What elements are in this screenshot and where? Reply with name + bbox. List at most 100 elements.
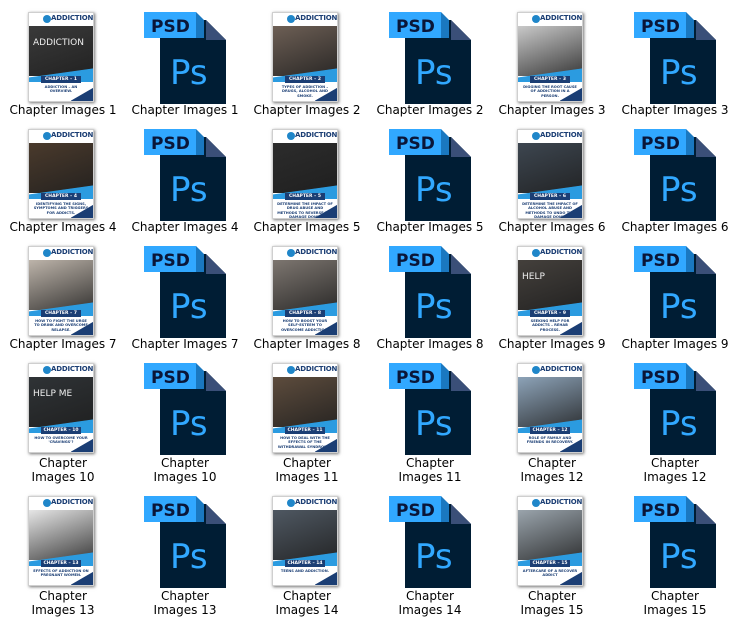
cover-corner-accent — [560, 321, 582, 335]
image-file-item[interactable]: ADDICTION CHAPTER – 2 TYPES OF ADDICTION –… — [246, 4, 368, 124]
file-name-label: Chapter Images 1 — [131, 103, 239, 117]
file-name-label: Chapter Images 6 — [621, 220, 729, 234]
psd-tab-shade — [686, 246, 694, 272]
cover-corner-accent — [315, 571, 337, 585]
ps-logo-text: Ps — [170, 537, 208, 577]
ps-logo-text: Ps — [170, 53, 208, 93]
psd-tab-shade — [196, 12, 204, 38]
image-file-item[interactable]: ADDICTION CHAPTER – 15 AFTERCARE OF A RECO… — [491, 488, 613, 617]
cover-chapter-label: CHAPTER – 10 — [41, 427, 81, 434]
image-thumbnail: ADDICTION CHAPTER – 13 EFFECTS OF ADDICTIO… — [28, 496, 94, 586]
psd-file-item[interactable]: PSD Ps Chapter Images 7 — [124, 238, 246, 358]
psd-tab-shade — [196, 363, 204, 389]
cover-brand: ADDICTION — [540, 14, 583, 22]
ps-logo-text: Ps — [170, 170, 208, 210]
image-file-item[interactable]: ADDICTION CHAPTER – 3 DIGGING THE ROOT CAU… — [491, 4, 613, 124]
psd-tab-label: PSD — [151, 134, 190, 154]
image-file-item[interactable]: ADDICTION CHAPTER – 7 HOW TO FIGHT THE URG… — [2, 238, 124, 358]
brand-logo-icon — [532, 499, 540, 507]
psd-tab-label: PSD — [396, 501, 435, 521]
ps-logo-text: Ps — [415, 537, 453, 577]
psd-page-fold — [451, 137, 471, 157]
psd-page-fold — [696, 371, 716, 391]
brand-logo-icon — [532, 15, 540, 23]
cover-brand: ADDICTION — [51, 14, 94, 22]
psd-file-icon: PSD Ps — [628, 242, 724, 340]
psd-file-item[interactable]: PSD Ps Chapter Images 1 — [124, 4, 246, 124]
file-name-label: Chapter Images 8 — [253, 337, 361, 351]
psd-page-fold — [206, 254, 226, 274]
image-file-item[interactable]: ADDICTION CHAPTER – 14 TEENS AND ADDICTION… — [246, 488, 368, 617]
cover-corner-accent — [560, 204, 582, 218]
cover-corner-accent — [71, 321, 93, 335]
psd-page-fold — [451, 254, 471, 274]
cover-photo-text: ADDICTION — [33, 38, 84, 48]
cover-corner-accent — [315, 87, 337, 101]
psd-tab-shade — [196, 246, 204, 272]
psd-file-item[interactable]: PSD Ps Chapter Images 13 — [124, 488, 246, 617]
image-file-item[interactable]: ADDICTION HELP ME CHAPTER – 10 HOW TO OVERC… — [2, 355, 124, 484]
ps-logo-text: Ps — [170, 287, 208, 327]
cover-brand: ADDICTION — [295, 365, 338, 373]
file-name-label: Chapter Images 15 — [643, 589, 707, 617]
file-name-label: Chapter Images 12 — [520, 456, 584, 484]
psd-file-item[interactable]: PSD Ps Chapter Images 4 — [124, 121, 246, 241]
cover-chapter-label: CHAPTER – 15 — [530, 560, 570, 567]
psd-file-item[interactable]: PSD Ps Chapter Images 14 — [369, 488, 491, 617]
cover-brand: ADDICTION — [51, 248, 94, 256]
file-name-label: Chapter Images 4 — [9, 220, 117, 234]
image-file-item[interactable]: ADDICTION CHAPTER – 11 HOW TO DEAL WITH TH… — [246, 355, 368, 484]
image-file-item[interactable]: ADDICTION CHAPTER – 6 DETERMINE THE IMPACT… — [491, 121, 613, 241]
cover-chapter-label: CHAPTER – 12 — [530, 427, 570, 434]
cover-corner-accent — [71, 438, 93, 452]
file-name-label: Chapter Images 13 — [31, 589, 95, 617]
psd-file-item[interactable]: PSD Ps Chapter Images 11 — [369, 355, 491, 484]
file-name-label: Chapter Images 5 — [376, 220, 484, 234]
cover-brand: ADDICTION — [51, 365, 94, 373]
psd-file-item[interactable]: PSD Ps Chapter Images 15 — [614, 488, 730, 617]
psd-file-item[interactable]: PSD Ps Chapter Images 6 — [614, 121, 730, 241]
file-name-label: Chapter Images 8 — [376, 337, 484, 351]
psd-file-icon: PSD Ps — [628, 125, 724, 223]
image-file-item[interactable]: ADDICTION CHAPTER – 4 IDENTIFYING THE SIGN… — [2, 121, 124, 241]
brand-logo-icon — [287, 366, 295, 374]
file-name-label: Chapter Images 9 — [498, 337, 606, 351]
brand-logo-icon — [43, 366, 51, 374]
image-file-item[interactable]: ADDICTION CHAPTER – 13 EFFECTS OF ADDICTIO… — [2, 488, 124, 617]
psd-file-item[interactable]: PSD Ps Chapter Images 8 — [369, 238, 491, 358]
psd-tab-shade — [196, 129, 204, 155]
image-file-item[interactable]: ADDICTION ADDICTION CHAPTER – 1 ADDICTION –… — [2, 4, 124, 124]
image-thumbnail: ADDICTION CHAPTER – 12 ROLE OF FAMILY AND … — [517, 363, 583, 453]
image-file-item[interactable]: ADDICTION HELP CHAPTER – 9 SEEKING HELP FOR… — [491, 238, 613, 358]
image-file-item[interactable]: ADDICTION CHAPTER – 12 ROLE OF FAMILY AND … — [491, 355, 613, 484]
file-name-label: Chapter Images 13 — [153, 589, 217, 617]
cover-chapter-label: CHAPTER – 6 — [530, 193, 570, 200]
psd-file-item[interactable]: PSD Ps Chapter Images 12 — [614, 355, 730, 484]
ps-logo-text: Ps — [660, 53, 698, 93]
psd-tab-shade — [686, 496, 694, 522]
psd-page-fold — [451, 371, 471, 391]
image-thumbnail: ADDICTION CHAPTER – 5 DETERMINE THE IMPACT… — [272, 129, 338, 219]
cover-corner-accent — [315, 321, 337, 335]
image-thumbnail: ADDICTION CHAPTER – 14 TEENS AND ADDICTION… — [272, 496, 338, 586]
image-file-item[interactable]: ADDICTION CHAPTER – 5 DETERMINE THE IMPACT… — [246, 121, 368, 241]
psd-tab-shade — [441, 363, 449, 389]
image-file-item[interactable]: ADDICTION CHAPTER – 8 HOW TO BOOST YOUR SE… — [246, 238, 368, 358]
psd-file-item[interactable]: PSD Ps Chapter Images 3 — [614, 4, 730, 124]
psd-file-item[interactable]: PSD Ps Chapter Images 5 — [369, 121, 491, 241]
cover-chapter-label: CHAPTER – 5 — [285, 193, 325, 200]
psd-file-item[interactable]: PSD Ps Chapter Images 9 — [614, 238, 730, 358]
brand-logo-icon — [287, 499, 295, 507]
psd-file-item[interactable]: PSD Ps Chapter Images 2 — [369, 4, 491, 124]
psd-file-item[interactable]: PSD Ps Chapter Images 10 — [124, 355, 246, 484]
psd-tab-shade — [686, 12, 694, 38]
file-name-label: Chapter Images 9 — [621, 337, 729, 351]
image-thumbnail: ADDICTION CHAPTER – 8 HOW TO BOOST YOUR SE… — [272, 246, 338, 336]
psd-file-icon: PSD Ps — [628, 359, 724, 457]
psd-file-icon: PSD Ps — [628, 492, 724, 590]
cover-corner-accent — [560, 87, 582, 101]
cover-chapter-label: CHAPTER – 13 — [41, 560, 81, 567]
brand-logo-icon — [287, 249, 295, 257]
image-thumbnail: ADDICTION CHAPTER – 2 TYPES OF ADDICTION –… — [272, 12, 338, 102]
cover-chapter-label: CHAPTER – 2 — [285, 76, 325, 83]
